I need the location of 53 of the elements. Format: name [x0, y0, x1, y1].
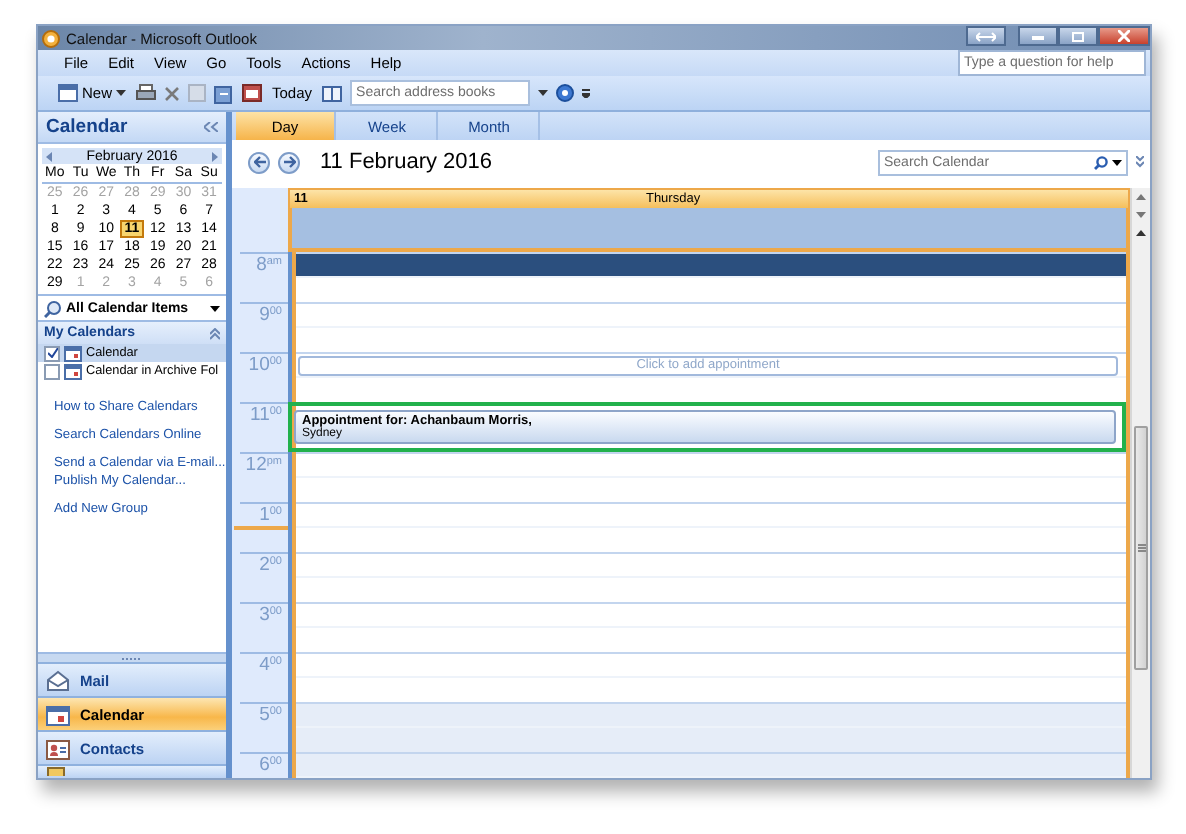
hour-label: 5$^{00}$	[240, 702, 288, 750]
caret-icon	[210, 305, 220, 311]
delete-icon[interactable]	[164, 85, 181, 101]
minimize-icon	[1032, 32, 1044, 40]
hour-label: 8$^{am}$	[240, 252, 288, 300]
calendar-icon	[46, 703, 70, 725]
left-arrow-icon	[253, 156, 265, 168]
checkbox[interactable]	[44, 345, 60, 361]
maximize-icon	[1072, 31, 1084, 41]
dropdown-caret-icon[interactable]	[538, 90, 549, 96]
overflow-icon[interactable]	[582, 88, 591, 98]
down-arrow-icon[interactable]	[1136, 212, 1146, 218]
help-icon[interactable]	[556, 84, 575, 102]
maximize-button[interactable]	[1058, 26, 1098, 46]
double-arrow-icon	[976, 31, 996, 41]
hour-label: 10$^{00}$	[240, 352, 288, 400]
collapse-icon[interactable]	[204, 122, 218, 132]
hour-label: 6$^{00}$	[240, 752, 288, 778]
expand-icon[interactable]	[1136, 156, 1144, 168]
hour-label: 12$^{pm}$	[240, 452, 288, 500]
caret-icon	[116, 90, 127, 96]
contact-card-icon	[46, 737, 70, 759]
hour-label: 2$^{00}$	[240, 552, 288, 600]
hour-label: 4$^{00}$	[240, 652, 288, 700]
pane-title: Calendar	[46, 116, 128, 138]
scroll-thumb[interactable]	[1134, 426, 1148, 670]
collapse-icon[interactable]	[210, 327, 220, 339]
up-arrow-icon[interactable]	[1136, 230, 1146, 236]
grip-icon	[1137, 544, 1145, 552]
app-icon	[42, 29, 60, 47]
close-button[interactable]	[1098, 26, 1150, 46]
resize-button[interactable]	[966, 26, 1006, 46]
scrollbar[interactable]	[1130, 188, 1150, 778]
next-icon[interactable]	[212, 151, 218, 161]
hour-label: 3$^{00}$	[240, 602, 288, 650]
selected-time-slot[interactable]	[296, 252, 1126, 276]
hour-label: 11$^{00}$	[240, 402, 288, 450]
address-book-icon[interactable]	[322, 85, 343, 101]
minimize-button[interactable]	[1018, 26, 1058, 46]
previous-icon[interactable]	[46, 151, 52, 161]
back-button[interactable]	[248, 151, 270, 173]
hour-label: 9$^{00}$	[240, 302, 288, 350]
date-title: 11 February 2016	[320, 150, 495, 174]
search-icon	[44, 299, 62, 317]
checkmark-icon	[47, 348, 57, 358]
close-icon	[1118, 30, 1130, 42]
envelope-icon	[46, 669, 70, 691]
checkbox[interactable]	[44, 363, 60, 379]
printer-icon[interactable]	[136, 84, 157, 102]
right-arrow-icon	[283, 156, 295, 168]
forward-button[interactable]	[278, 151, 300, 173]
calendar-icon	[58, 84, 78, 102]
navigation-button[interactable]	[38, 764, 226, 778]
